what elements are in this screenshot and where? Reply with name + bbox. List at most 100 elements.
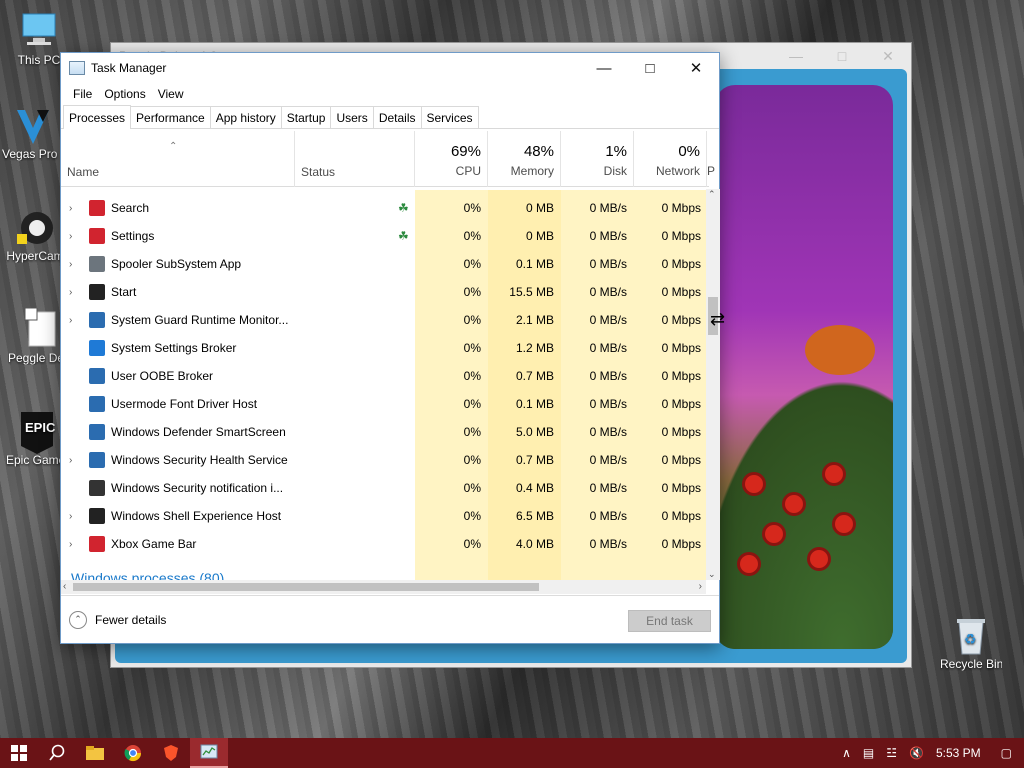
scroll-down-icon[interactable]: ⌄ [708, 569, 716, 580]
file-explorer-icon[interactable] [76, 738, 114, 768]
desktop-icon-vegas[interactable]: Vegas Pro 14.0 (64-b... [2, 104, 64, 161]
network-icon[interactable]: ☳ [886, 746, 897, 760]
expand-chevron-icon[interactable]: › [69, 287, 79, 298]
table-row[interactable]: › Start 0% 15.5 MB 0 MB/s 0 Mbps [61, 278, 709, 306]
maximize-button[interactable]: □ [627, 53, 673, 83]
brave-icon[interactable] [152, 738, 190, 768]
maximize-icon[interactable]: □ [819, 43, 865, 69]
window-icon [89, 284, 105, 300]
table-row[interactable]: › System Guard Runtime Monitor... 0% 2.1 MB… [61, 306, 709, 334]
task-manager-icon[interactable] [190, 738, 228, 768]
minimize-icon[interactable]: — [773, 43, 819, 69]
desktop-icon-recycle-bin[interactable]: ♻ Recycle Bin [940, 614, 1002, 671]
desktop-icon-hypercam[interactable]: HyperCam [4, 206, 66, 263]
game-bar-icon [89, 536, 105, 552]
memory-value: 0.4 MB [515, 481, 554, 495]
scroll-right-icon[interactable]: › [699, 581, 702, 592]
table-row[interactable]: Windows Security notification i... 0% 0.4 … [61, 474, 709, 502]
minimize-button[interactable]: — [581, 53, 627, 83]
desktop-icon-label: Vegas Pro 14.0 (64-b... [2, 147, 64, 161]
table-row[interactable]: Usermode Font Driver Host 0% 0.1 MB 0 MB/s 0… [61, 390, 709, 418]
menu-file[interactable]: File [67, 87, 98, 101]
table-row[interactable]: › Xbox Game Bar 0% 4.0 MB 0 MB/s 0 Mbps [61, 530, 709, 558]
volume-muted-icon[interactable]: 🔇 [909, 746, 924, 760]
process-name: Usermode Font Driver Host [111, 397, 258, 411]
disk-value: 0 MB/s [589, 341, 627, 355]
scroll-left-icon[interactable]: ‹ [63, 581, 66, 592]
network-value: 0 Mbps [661, 481, 701, 495]
close-button[interactable]: ✕ [673, 53, 719, 83]
cpu-value: 0% [463, 425, 481, 439]
clock[interactable]: 5:53 PM [936, 746, 981, 760]
disk-value: 0 MB/s [589, 425, 627, 439]
tab-startup[interactable]: Startup [280, 106, 332, 128]
expand-chevron-icon[interactable]: › [69, 539, 79, 550]
horizontal-scroll-thumb[interactable] [73, 583, 539, 591]
tab-services[interactable]: Services [420, 106, 479, 128]
cpu-value: 0% [463, 229, 481, 243]
memory-value: 15.5 MB [509, 285, 554, 299]
menu-options[interactable]: Options [98, 87, 151, 101]
disk-value: 0 MB/s [589, 229, 627, 243]
search-icon[interactable] [38, 738, 76, 768]
column-status[interactable]: Status [295, 131, 415, 187]
network-value: 0 Mbps [661, 313, 701, 327]
end-task-button[interactable]: End task [628, 610, 711, 632]
tab-details[interactable]: Details [372, 106, 422, 128]
group-header-windows-processes[interactable]: Windows processes (80) [71, 570, 224, 580]
expand-chevron-icon[interactable]: › [69, 203, 79, 214]
expand-chevron-icon[interactable]: › [69, 455, 79, 466]
column-network[interactable]: 0% Network [634, 131, 707, 187]
desktop-icon-label: HyperCam [6, 249, 64, 263]
process-name: Spooler SubSystem App [111, 257, 242, 271]
menu-view[interactable]: View [152, 87, 190, 101]
power-label: P [707, 164, 716, 178]
tablet-icon[interactable]: ▤ [863, 746, 874, 760]
table-row[interactable]: Windows Defender SmartScreen 0% 5.0 MB 0 MB… [61, 418, 709, 446]
network-value: 0 Mbps [661, 397, 701, 411]
tab-app-history[interactable]: App history [209, 106, 282, 128]
scroll-up-icon[interactable]: ⌃ [708, 189, 716, 200]
window-title: Task Manager [91, 61, 167, 75]
tab-performance[interactable]: Performance [130, 106, 211, 128]
memory-value: 6.5 MB [515, 509, 554, 523]
horizontal-scrollbar[interactable]: ‹ › [61, 580, 706, 594]
column-memory[interactable]: 48% Memory [488, 131, 561, 187]
network-value: 0 Mbps [661, 201, 701, 215]
table-row[interactable]: › Windows Shell Experience Host 0% 6.5 MB 0 … [61, 502, 709, 530]
desktop-icon-epic[interactable]: EPIC Epic Games Launcher [6, 410, 68, 467]
column-cpu[interactable]: 69% CPU [415, 131, 488, 187]
network-value: 0 Mbps [661, 453, 701, 467]
expand-chevron-icon[interactable]: › [69, 259, 79, 270]
expand-chevron-icon[interactable]: › [69, 511, 79, 522]
tab-processes[interactable]: Processes [63, 105, 132, 129]
vertical-scrollbar[interactable]: ⌃ ⌄ [706, 189, 720, 580]
task-manager-icon [69, 61, 85, 75]
column-name-label: Name [67, 165, 100, 179]
task-manager-window[interactable]: Task Manager — □ ✕ File Options View Pro… [60, 52, 720, 644]
table-row[interactable]: User OOBE Broker 0% 0.7 MB 0 MB/s 0 Mbps [61, 362, 709, 390]
cpu-value: 0% [463, 481, 481, 495]
close-icon[interactable]: ✕ [865, 43, 911, 69]
column-disk[interactable]: 1% Disk [561, 131, 634, 187]
chevron-up-icon[interactable]: ∧ [842, 746, 851, 760]
table-row[interactable]: › Windows Security Health Service 0% 0.7 MB… [61, 446, 709, 474]
cpu-percent: 69% [450, 143, 481, 160]
suspended-leaf-icon: ☘ [398, 229, 409, 243]
table-row[interactable]: › Settings ☘ 0% 0 MB 0 MB/s 0 Mbps [61, 222, 709, 250]
process-name: Windows Shell Experience Host [111, 509, 282, 523]
start-icon[interactable] [0, 738, 38, 768]
expand-chevron-icon[interactable]: › [69, 231, 79, 242]
column-name[interactable]: Name [61, 131, 295, 187]
fewer-details-button[interactable]: ⌃ Fewer details [69, 610, 166, 629]
network-value: 0 Mbps [661, 341, 701, 355]
tab-users[interactable]: Users [330, 106, 374, 128]
expand-chevron-icon[interactable]: › [69, 315, 79, 326]
chrome-icon[interactable] [114, 738, 152, 768]
notifications-icon[interactable]: ▢ [1001, 746, 1012, 760]
table-row[interactable]: › Search ☘ 0% 0 MB 0 MB/s 0 Mbps [61, 194, 709, 222]
table-row[interactable]: › Spooler SubSystem App 0% 0.1 MB 0 MB/s 0 Mb… [61, 250, 709, 278]
table-row[interactable]: System Settings Broker 0% 1.2 MB 0 MB/s 0 Mb… [61, 334, 709, 362]
memory-value: 0.1 MB [515, 397, 554, 411]
column-power[interactable]: P [707, 131, 716, 187]
